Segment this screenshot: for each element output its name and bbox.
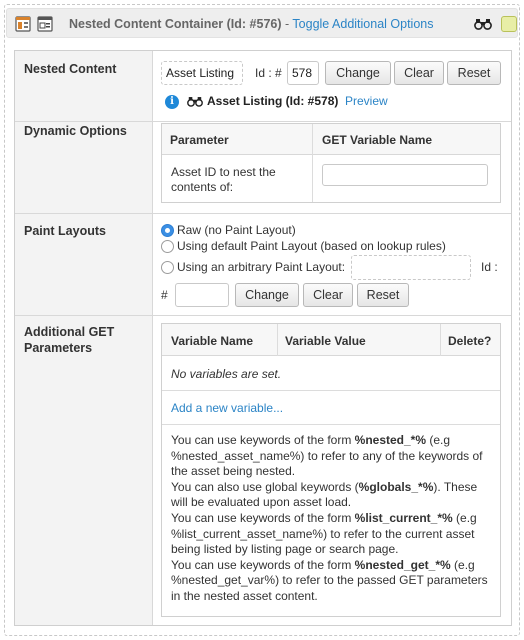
info-icon: i (165, 95, 179, 109)
radio-arbitrary-layout[interactable] (161, 261, 174, 274)
column-divider (312, 124, 313, 202)
preview-link[interactable]: Preview (345, 94, 388, 108)
asset-calendar-icon[interactable] (37, 16, 53, 32)
binoculars-icon[interactable] (187, 96, 203, 110)
radio-arbitrary-layout-label: Using an arbitrary Paint Layout: (177, 260, 346, 274)
get-variables-table-header: Variable Name Variable Value Delete? (162, 324, 500, 356)
row-divider (162, 390, 500, 391)
binoculars-icon[interactable] (474, 18, 492, 33)
radio-raw[interactable] (161, 224, 174, 237)
no-variables-text: No variables are set. (171, 367, 282, 381)
dynamic-options-table-header: Parameter GET Variable Name (162, 124, 500, 155)
row-divider (15, 121, 511, 122)
get-variables-table: Variable Name Variable Value Delete? No … (161, 323, 501, 617)
nested-asset-field[interactable]: Asset Listing (161, 61, 243, 85)
nested-change-button[interactable]: Change (325, 61, 391, 85)
dynamic-options-table: Parameter GET Variable Name Asset ID to … (161, 123, 501, 203)
row-divider (15, 213, 511, 214)
additional-get-label-line1: Additional GET (24, 325, 115, 339)
radio-raw-label: Raw (no Paint Layout) (177, 223, 296, 237)
delete-column-header: Delete? (448, 334, 492, 348)
row-divider (162, 424, 500, 425)
paint-layouts-label: Paint Layouts (24, 224, 106, 238)
nested-id-label: Id : # (255, 66, 282, 80)
nested-id-input[interactable]: 578 (287, 61, 319, 85)
variable-name-column-header: Variable Name (171, 334, 254, 348)
arbitrary-layout-field[interactable] (351, 255, 471, 280)
layout-hash-label: # (161, 288, 168, 302)
options-panel: Nested Content Asset Listing Id : # 578 … (14, 50, 512, 626)
parameter-column-header: Parameter (170, 133, 229, 147)
get-variable-column-header: GET Variable Name (322, 133, 433, 147)
parameter-label-line2: contents of: (171, 180, 234, 194)
toggle-additional-options-link[interactable]: Toggle Additional Options (292, 17, 433, 31)
additional-get-label-line2: Parameters (24, 341, 93, 355)
dynamic-options-label: Dynamic Options (24, 124, 127, 138)
add-variable-link[interactable]: Add a new variable... (171, 401, 283, 415)
nested-reset-button[interactable]: Reset (447, 61, 501, 85)
variable-value-column-header: Variable Value (285, 334, 366, 348)
nested-content-label: Nested Content (24, 62, 117, 76)
layout-change-button[interactable]: Change (235, 283, 299, 307)
keyword-help-text: You can use keywords of the form %nested… (171, 433, 488, 603)
radio-default-layout[interactable] (161, 240, 174, 253)
container-header: Nested Content Container (Id: #576) - To… (6, 8, 518, 38)
status-square-icon[interactable] (501, 16, 517, 32)
header-title-line: Nested Content Container (Id: #576) - To… (69, 17, 434, 31)
layout-id-input[interactable] (175, 283, 229, 307)
asset-template-icon[interactable] (15, 16, 31, 32)
nested-asset-info: Asset Listing (Id: #578) (207, 94, 339, 108)
column-divider (440, 324, 441, 356)
nested-clear-button[interactable]: Clear (394, 61, 444, 85)
get-variable-input[interactable] (322, 164, 488, 186)
column-divider (277, 324, 278, 356)
layout-clear-button[interactable]: Clear (303, 283, 353, 307)
row-divider (15, 315, 511, 316)
parameter-label-line1: Asset ID to nest the (171, 165, 276, 179)
layout-reset-button[interactable]: Reset (357, 283, 409, 307)
page-title: Nested Content Container (Id: #576) (69, 17, 282, 31)
title-separator: - (281, 17, 293, 31)
layout-id-label: Id : (481, 260, 498, 274)
radio-default-layout-label: Using default Paint Layout (based on loo… (177, 239, 446, 253)
